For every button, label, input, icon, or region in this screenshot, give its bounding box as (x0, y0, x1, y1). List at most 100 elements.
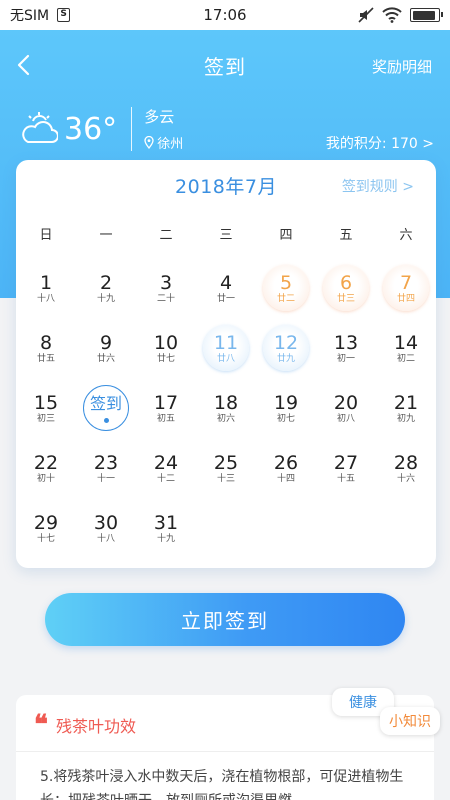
calendar-day[interactable]: 24 十二 (136, 438, 196, 498)
status-bar: 无SIM S 17:06 (0, 0, 450, 30)
calendar-day[interactable]: 19 初七 (256, 378, 316, 438)
weekday-header: 日一二三四五六 (16, 224, 436, 243)
lunar-date: 初三 (36, 413, 55, 424)
day-number: 26 (273, 451, 299, 474)
calendar-day[interactable]: 17 初五 (136, 378, 196, 438)
calendar-day[interactable]: 20 初八 (316, 378, 376, 438)
lunar-date: 十二 (156, 473, 175, 484)
weekday-label: 四 (279, 228, 293, 243)
day-number: 21 (393, 391, 419, 414)
calendar-day[interactable]: 11 廿八 (196, 318, 256, 378)
calendar-day[interactable]: 25 十三 (196, 438, 256, 498)
day-circle: 28 十六 (383, 445, 429, 491)
reward-details-link[interactable]: 奖励明细 (372, 56, 432, 77)
tip-title: 残茶叶功效 (56, 717, 137, 736)
lunar-date: 廿六 (96, 353, 115, 364)
calendar-day[interactable]: 13 初一 (316, 318, 376, 378)
calendar-day[interactable]: 1 十八 (16, 258, 76, 318)
day-number: 4 (219, 271, 233, 294)
sim-card-icon: S (57, 8, 71, 22)
wifi-icon (382, 7, 402, 23)
calendar-day[interactable]: 18 初六 (196, 378, 256, 438)
day-circle: 23 十一 (83, 445, 129, 491)
lunar-date: 十五 (336, 473, 355, 484)
battery-level (412, 10, 435, 20)
lunar-date: 初五 (156, 413, 175, 424)
weather-widget: 36° 多云 徐州 (20, 104, 183, 154)
day-circle: 19 初七 (263, 385, 309, 431)
day-circle: 24 十二 (143, 445, 189, 491)
calendar-day[interactable]: 5 廿二 (256, 258, 316, 318)
calendar-day[interactable]: 28 十六 (376, 438, 436, 498)
lunar-date: 廿五 (36, 353, 55, 364)
page-title: 签到 (204, 54, 246, 79)
lunar-date: 廿三 (336, 293, 355, 304)
calendar-day[interactable]: 3 二十 (136, 258, 196, 318)
calendar-day[interactable]: 4 廿一 (196, 258, 256, 318)
calendar-day[interactable]: 21 初九 (376, 378, 436, 438)
day-number: 2 (99, 271, 113, 294)
tip-divider (16, 751, 434, 752)
lunar-date: 廿八 (216, 353, 235, 364)
calendar-day[interactable]: 27 十五 (316, 438, 376, 498)
day-circle: 9 廿六 (83, 325, 129, 371)
day-circle: 5 廿二 (263, 265, 309, 311)
day-circle: 26 十四 (263, 445, 309, 491)
chevron-left-icon (17, 54, 30, 76)
mute-icon (358, 7, 374, 23)
calendar-day[interactable]: 22 初十 (16, 438, 76, 498)
lunar-date: 初六 (216, 413, 235, 424)
calendar-day[interactable]: 26 十四 (256, 438, 316, 498)
lunar-date: 十八 (36, 293, 55, 304)
day-circle: 签到 (83, 385, 129, 431)
calendar-day[interactable]: 23 十一 (76, 438, 136, 498)
calendar-grid: 1 十八 2 十九 3 二十 4 廿一 5 廿二 6 廿三 7 廿四 8 廿五 9 廿六 10 廿七 11 廿八 12 廿九 1… (16, 258, 436, 558)
day-circle: 15 初三 (23, 385, 69, 431)
calendar-day[interactable]: 30 十八 (76, 498, 136, 558)
day-number: 23 (93, 451, 119, 474)
lunar-date: 初八 (336, 413, 355, 424)
temperature: 36° (64, 111, 118, 147)
calendar-day[interactable]: 14 初二 (376, 318, 436, 378)
signin-rules-link[interactable]: 签到规则 > (342, 176, 414, 196)
calendar-day[interactable]: 10 廿七 (136, 318, 196, 378)
calendar-day[interactable]: 2 十九 (76, 258, 136, 318)
day-circle: 31 十九 (143, 505, 189, 551)
battery-icon (410, 8, 443, 22)
day-circle: 12 廿九 (263, 325, 309, 371)
signin-now-button[interactable]: 立即签到 (45, 593, 405, 646)
day-circle: 14 初二 (383, 325, 429, 371)
calendar-day[interactable]: 6 廿三 (316, 258, 376, 318)
nav-bar: 签到 奖励明细 (0, 30, 450, 100)
weekday-label: 三 (219, 228, 233, 243)
weekday-label: 二 (159, 228, 173, 243)
day-number: 19 (273, 391, 299, 414)
lunar-date: 十九 (156, 533, 175, 544)
calendar-day[interactable]: 8 廿五 (16, 318, 76, 378)
my-points-link[interactable]: 我的积分: 170 > (326, 133, 434, 153)
day-number: 27 (333, 451, 359, 474)
calendar-day[interactable]: 7 廿四 (376, 258, 436, 318)
back-button[interactable] (10, 51, 36, 79)
partly-cloudy-icon (22, 112, 58, 143)
lunar-date: 十三 (216, 473, 235, 484)
calendar-day[interactable]: 15 初三 (16, 378, 76, 438)
day-number: 13 (333, 331, 359, 354)
calendar-day[interactable]: 12 廿九 (256, 318, 316, 378)
day-circle: 29 十七 (23, 505, 69, 551)
day-number: 12 (273, 331, 299, 354)
calendar-day[interactable]: 29 十七 (16, 498, 76, 558)
lunar-date: 廿七 (156, 353, 175, 364)
calendar-day[interactable]: 9 廿六 (76, 318, 136, 378)
day-number: 28 (393, 451, 419, 474)
lunar-date: 十八 (96, 533, 115, 544)
day-number: 8 (39, 331, 53, 354)
calendar-day-today[interactable]: 签到 (76, 378, 136, 438)
day-number: 14 (393, 331, 419, 354)
calendar-day[interactable]: 31 十九 (136, 498, 196, 558)
lunar-date: 初二 (396, 353, 415, 364)
quote-icon: ❝ (34, 710, 48, 740)
tag-knowledge[interactable]: 小知识 (380, 707, 440, 735)
city-name: 徐州 (157, 137, 184, 152)
day-circle: 2 十九 (83, 265, 129, 311)
